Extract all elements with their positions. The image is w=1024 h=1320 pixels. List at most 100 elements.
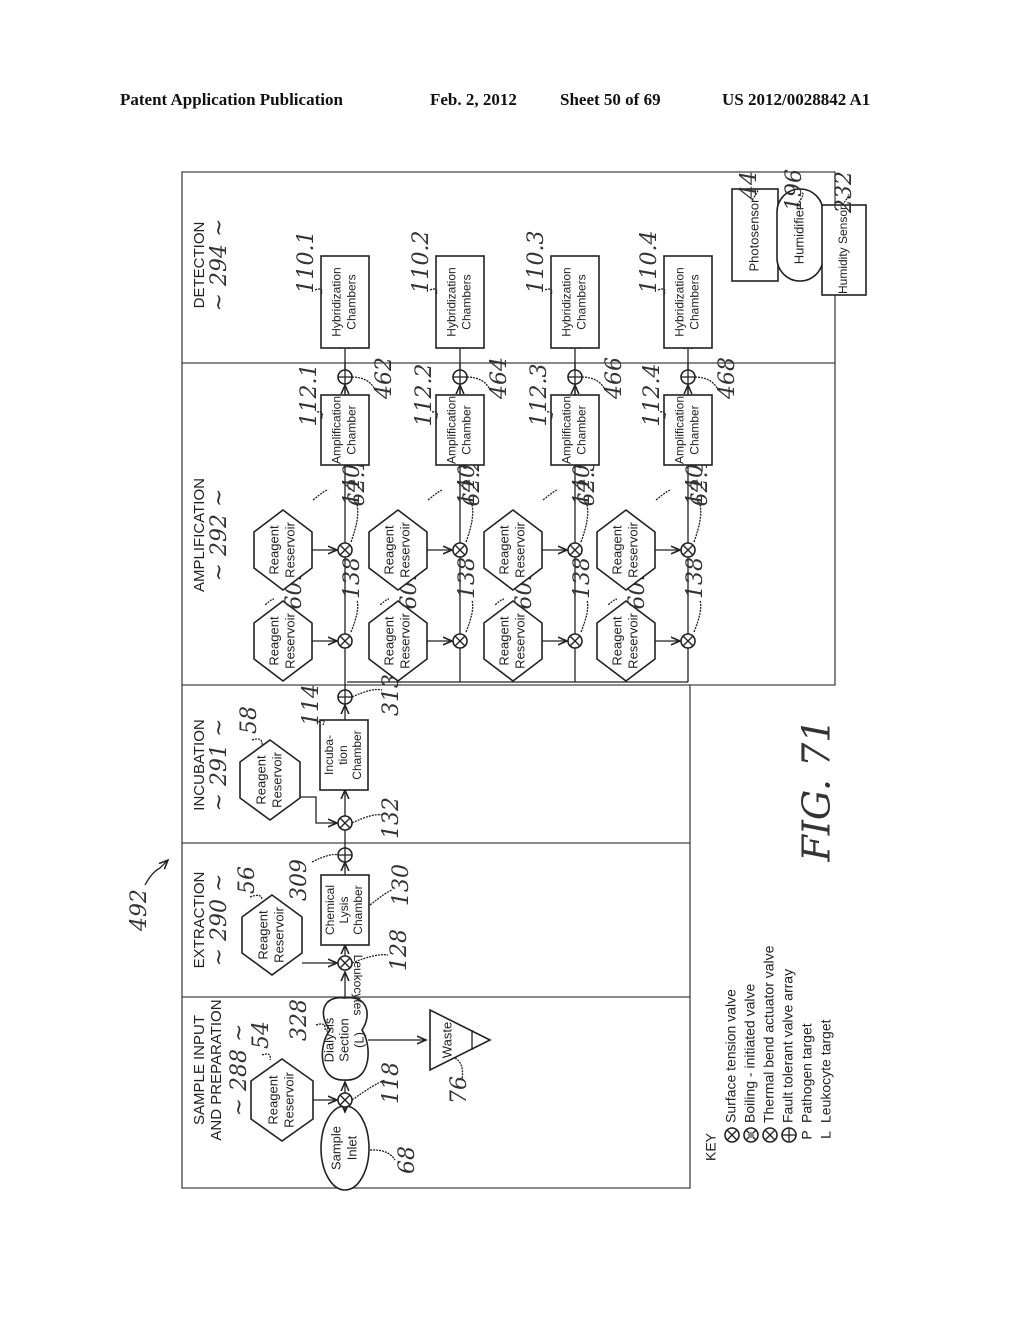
leader-line <box>379 598 389 606</box>
fault-tolerant-valve-309 <box>337 847 353 863</box>
humidifier-label: Humidifier <box>791 205 806 264</box>
reagent-reservoir-label: Reservoir <box>512 613 527 669</box>
thermal-bend-valve-140 <box>680 542 696 558</box>
reagent-reservoir-label: Reservoir <box>282 613 297 669</box>
reagent-reservoir-label: Reagent <box>609 525 624 575</box>
reagent-reservoir-label: Reservoir <box>397 613 412 669</box>
thermal-bend-valve-132 <box>337 815 353 831</box>
dialysis-section-label: Section <box>336 1018 351 1061</box>
fault-tolerant-valve-468 <box>680 369 696 385</box>
key-label: Surface tension valve <box>723 989 739 1123</box>
boiling-dot <box>748 1132 754 1138</box>
ref-112.1: 112.1 <box>297 364 322 427</box>
ref-68: 68 <box>395 1146 420 1174</box>
key-label: Pathogen target <box>799 1023 815 1123</box>
thermal-bend-valve-128 <box>337 955 353 971</box>
amplification-chamber-label: Amplification <box>445 396 459 464</box>
ref-328: 328 <box>287 999 312 1041</box>
ref-56: 56 <box>235 866 260 894</box>
ref-464: 464 <box>487 357 512 400</box>
ref-138: 138 <box>683 557 708 599</box>
thermal-bend-valve-138 <box>680 633 696 649</box>
ref-138: 138 <box>340 557 365 599</box>
ref-114: 114 <box>299 684 324 726</box>
leader-line <box>249 894 263 901</box>
amplification-chamber-label: Amplification <box>673 396 687 464</box>
reagent-reservoir-label: Reagent <box>381 525 396 575</box>
humidity-sensor-label: Humidity Sensor <box>836 206 850 294</box>
ref-468: 468 <box>715 357 740 400</box>
surface-tension-valve-icon <box>724 1127 740 1143</box>
leader-line <box>607 598 617 606</box>
section-title-detection: DETECTION <box>191 222 208 309</box>
leader-line <box>465 504 474 543</box>
amplification-chamber-label: Amplification <box>330 396 344 464</box>
leader-line <box>427 489 444 501</box>
leader-line <box>655 489 672 501</box>
section-ref-294: ~ 294 ~ <box>207 219 232 312</box>
key-label: Leukocyte target <box>818 1019 834 1123</box>
ref-492-arrow <box>144 860 168 886</box>
thermal-bend-valve-140 <box>452 542 468 558</box>
hybridization-chamber-label: Chambers <box>688 274 702 329</box>
leader-line <box>311 853 339 863</box>
hybridization-chamber-label: Hybridization <box>330 267 344 336</box>
ref-54: 54 <box>249 1021 274 1049</box>
ref-112.4: 112.4 <box>640 364 665 427</box>
leader-line <box>251 738 263 746</box>
ref-132: 132 <box>379 797 404 839</box>
amplification-chamber-label: Chamber <box>575 405 589 454</box>
reagent-reservoir-label: Reservoir <box>269 752 284 808</box>
incubation-chamber-label: Incuba- <box>322 735 336 775</box>
ref-196: 196 <box>782 169 807 211</box>
reagent-reservoir-label: Reagent <box>266 525 281 575</box>
key-symbol-p: P <box>799 1130 815 1139</box>
reagent-reservoir-label: Reagent <box>496 616 511 666</box>
reagent-reservoir-label: Reagent <box>253 755 268 805</box>
sample-inlet-label: Inlet <box>344 1135 359 1160</box>
thermal-bend-valve-140 <box>567 542 583 558</box>
chemical-lysis-chamber-label: Chemical <box>323 885 337 935</box>
key-label: Thermal bend actuator valve <box>761 945 777 1123</box>
ref-140: 140 <box>570 464 595 506</box>
leader-line <box>542 489 559 501</box>
ref-58: 58 <box>237 706 262 734</box>
leader-line <box>351 814 383 824</box>
reagent-reservoir-label: Reagent <box>496 525 511 575</box>
thermal-bend-valve-140 <box>337 542 353 558</box>
thermal-bend-actuator-valve-icon <box>762 1127 778 1143</box>
ref-313: 313 <box>379 674 404 716</box>
key-symbol-l: L <box>818 1131 834 1139</box>
hybridization-chamber-label: Hybridization <box>673 267 687 336</box>
reagent-reservoir-label: Reagent <box>265 1075 280 1125</box>
leader-line <box>351 688 383 698</box>
hybridization-chamber-label: Hybridization <box>560 267 574 336</box>
leader-line <box>350 504 359 543</box>
amplification-chamber-label: Chamber <box>688 405 702 454</box>
reagent-reservoir-label: Reservoir <box>281 1072 296 1128</box>
amplification-chamber-label: Chamber <box>345 405 359 454</box>
hybridization-chamber-label: Chambers <box>460 274 474 329</box>
section-title-sample-input: SAMPLE INPUT <box>191 1015 208 1125</box>
thermal-bend-valve-138 <box>567 633 583 649</box>
ref-138: 138 <box>570 557 595 599</box>
key-title: KEY <box>703 1132 719 1161</box>
chemical-lysis-chamber-label: Chamber <box>351 885 365 934</box>
reagent-reservoir-label: Reagent <box>266 616 281 666</box>
ref-110.4: 110.4 <box>637 231 662 294</box>
reagent-reservoir-label: Reservoir <box>512 522 527 578</box>
ref-112.3: 112.3 <box>527 364 552 427</box>
leader-line <box>693 599 702 633</box>
ref-110.3: 110.3 <box>524 231 549 294</box>
amplification-chamber-label: Chamber <box>460 405 474 454</box>
leader-line <box>264 598 274 606</box>
leader-line <box>350 599 359 633</box>
figure-71-diagram: SAMPLE INPUT AND PREPARATION ~ 288 ~EXTRAC… <box>127 169 867 1191</box>
chemical-lysis-chamber-label: Lysis <box>337 897 351 924</box>
ref-492: 492 <box>127 889 152 932</box>
reagent-reservoir-label: Reagent <box>255 910 270 960</box>
ref-138: 138 <box>455 557 480 599</box>
amplification-chamber-label: Amplification <box>560 396 574 464</box>
leader-line <box>494 598 504 606</box>
hybridization-chamber-label: Hybridization <box>445 267 459 336</box>
